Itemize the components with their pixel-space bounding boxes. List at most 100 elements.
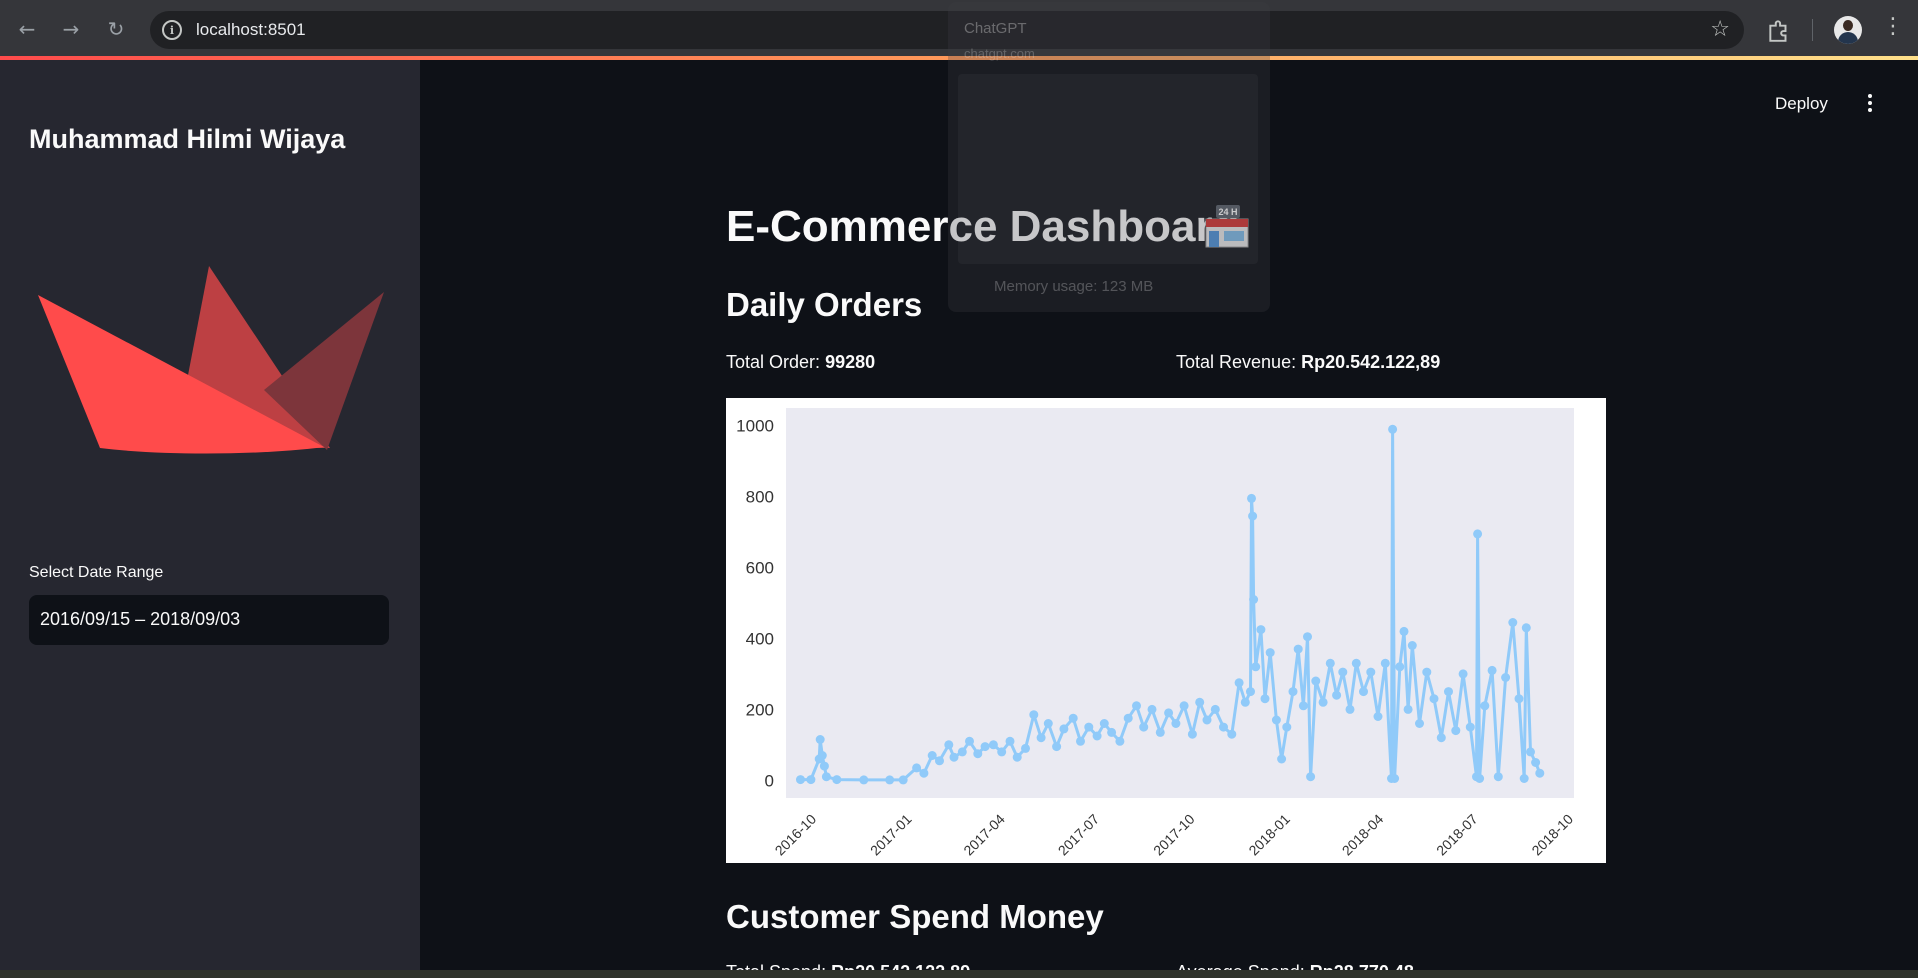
orders-data-point <box>1514 694 1524 704</box>
orders-data-point <box>1303 632 1312 642</box>
back-arrow-icon[interactable]: ← <box>12 14 42 44</box>
toolbar-divider <box>1812 19 1813 41</box>
orders-data-point <box>1519 774 1529 783</box>
orders-data-point <box>1399 626 1409 636</box>
orders-data-point <box>1436 733 1446 743</box>
orders-data-point <box>1465 722 1475 732</box>
address-bar[interactable]: i localhost:8501 ☆ <box>150 11 1744 49</box>
browser-menu-icon[interactable]: ⋮ <box>1882 14 1904 39</box>
orders-data-point <box>1395 662 1405 672</box>
orders-data-point <box>1531 758 1541 767</box>
orders-data-point <box>1318 697 1328 707</box>
orders-data-point <box>980 742 990 752</box>
orders-data-point <box>935 756 944 766</box>
orders-data-point <box>1359 687 1368 697</box>
hover-card-memory: Memory usage: 123 MB <box>994 278 1154 295</box>
x-tick-label: 2018-01 <box>1245 811 1293 859</box>
orders-data-point <box>1345 704 1355 714</box>
profile-avatar[interactable] <box>1834 16 1862 44</box>
orders-data-point <box>1251 662 1261 672</box>
orders-data-point <box>1332 690 1342 700</box>
orders-data-point <box>1076 736 1085 746</box>
deploy-button[interactable]: Deploy <box>1775 94 1828 114</box>
y-tick-label: 0 <box>765 771 774 790</box>
hover-card-url: chatgpt.com <box>964 46 1035 61</box>
x-tick-label: 2018-07 <box>1433 811 1481 859</box>
tab-hover-preview: ChatGPT chatgpt.com Memory usage: 123 MB <box>948 2 1270 312</box>
orders-data-point <box>817 751 827 760</box>
orders-data-point <box>1422 667 1432 677</box>
orders-data-point <box>859 775 869 785</box>
orders-data-point <box>1493 772 1503 782</box>
orders-data-point <box>997 747 1007 757</box>
orders-data-point <box>1325 658 1335 668</box>
y-tick-label: 1000 <box>736 417 774 436</box>
orders-data-point <box>1311 676 1321 686</box>
x-tick-label: 2017-01 <box>867 811 915 859</box>
total-order-metric: Total Order: 99280 <box>726 352 875 373</box>
orders-data-point <box>806 775 816 785</box>
orders-data-point <box>1107 727 1117 737</box>
orders-data-point <box>1256 625 1266 635</box>
total-revenue-value: Rp20.542.122,89 <box>1301 352 1441 372</box>
bookmark-star-icon[interactable]: ☆ <box>1710 17 1730 42</box>
orders-data-point <box>1380 658 1390 668</box>
orders-data-point <box>1373 712 1383 721</box>
y-tick-label: 800 <box>746 488 774 507</box>
orders-data-point <box>1234 678 1244 688</box>
orders-data-point <box>944 740 954 750</box>
x-tick-label: 2016-10 <box>772 811 820 859</box>
sidebar <box>0 60 420 978</box>
orders-data-point <box>1475 774 1485 783</box>
orders-data-point <box>1451 726 1461 736</box>
orders-data-point <box>1052 742 1062 752</box>
orders-data-point <box>1265 648 1275 658</box>
orders-data-point <box>1249 595 1259 604</box>
orders-data-point <box>1084 722 1094 732</box>
forward-arrow-icon[interactable]: → <box>56 14 86 44</box>
orders-data-point <box>1099 719 1109 728</box>
orders-data-point <box>973 749 983 759</box>
daily-orders-chart: 0 200 400 600 800 1000 2016-10 2017-01 2017-04 20… <box>726 398 1606 863</box>
orders-data-point <box>815 735 825 744</box>
x-tick-label: 2017-10 <box>1150 811 1198 859</box>
total-revenue-metric: Total Revenue: Rp20.542.122,89 <box>1176 352 1440 373</box>
orders-data-point <box>832 775 842 785</box>
orders-data-point <box>1187 729 1197 739</box>
orders-data-point <box>1508 618 1518 627</box>
orders-data-point <box>1029 710 1039 720</box>
address-bar-url[interactable]: localhost:8501 <box>196 20 306 40</box>
orders-data-point <box>1526 747 1535 757</box>
orders-data-point <box>885 775 895 785</box>
orders-data-point <box>1458 669 1468 679</box>
orders-data-point <box>1139 722 1149 732</box>
orders-data-point <box>1043 719 1053 728</box>
orders-data-point <box>1277 754 1287 764</box>
orders-data-point <box>1005 736 1015 746</box>
orders-data-point <box>1219 722 1228 732</box>
main-menu-icon[interactable] <box>1862 92 1878 116</box>
orders-data-point <box>796 775 805 785</box>
orders-data-point <box>957 747 967 757</box>
streamlit-logo-icon <box>38 266 384 454</box>
total-order-label: Total Order: <box>726 352 821 372</box>
orders-data-point <box>1473 529 1483 539</box>
site-info-icon[interactable]: i <box>162 20 182 40</box>
taskbar-edge <box>0 970 1918 978</box>
orders-data-point <box>1338 667 1348 677</box>
orders-data-point <box>1415 719 1424 728</box>
orders-data-point <box>1388 424 1398 434</box>
orders-data-point <box>965 736 974 746</box>
reload-icon[interactable]: ↻ <box>101 14 131 44</box>
orders-data-point <box>1179 701 1189 711</box>
orders-data-point <box>1021 743 1030 753</box>
orders-data-point <box>1092 731 1102 741</box>
orders-data-point <box>1293 644 1303 654</box>
orders-data-point <box>1248 511 1258 521</box>
orders-data-point <box>1429 694 1439 704</box>
orders-data-point <box>912 763 922 773</box>
orders-data-point <box>819 761 829 771</box>
date-range-input[interactable]: 2016/09/15 – 2018/09/03 <box>29 595 389 645</box>
orders-data-point <box>988 740 998 750</box>
extensions-puzzle-icon[interactable] <box>1766 17 1792 43</box>
